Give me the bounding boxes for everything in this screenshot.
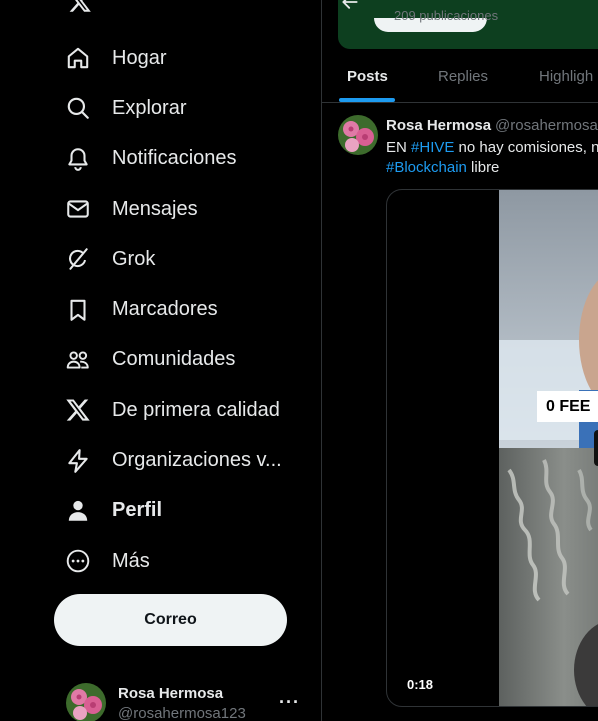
nav-item-more[interactable]: Más xyxy=(55,536,315,586)
nav-item-notifications[interactable]: Notificaciones xyxy=(55,134,315,184)
nav-item-bookmarks[interactable]: Marcadores xyxy=(55,284,315,334)
nav-label: Perfil xyxy=(112,499,163,522)
nav-label: Más xyxy=(112,549,150,572)
account-info: Rosa Hermosa @rosahermosa123 xyxy=(118,685,246,721)
people-icon xyxy=(65,347,91,373)
tab-label: Highligh xyxy=(539,67,594,85)
more-circle-icon xyxy=(65,548,91,574)
post-button[interactable]: Correo xyxy=(54,594,287,646)
home-icon xyxy=(65,45,91,71)
tab-label: Replies xyxy=(438,67,489,85)
envelope-icon xyxy=(65,196,91,222)
person-icon xyxy=(65,498,91,524)
tab-posts[interactable]: Posts xyxy=(347,50,388,102)
tweet-text-suffix: libre xyxy=(466,159,500,176)
nav-item-communities[interactable]: Comunidades xyxy=(55,335,315,385)
tweet-text: EN #HIVE no hay comisiones, n #Blockchai… xyxy=(386,138,598,178)
nav-label: Organizaciones v... xyxy=(112,449,282,472)
active-tab-indicator xyxy=(339,98,395,102)
account-switcher[interactable]: Rosa Hermosa @rosahermosa123 ··· xyxy=(56,676,316,721)
search-icon xyxy=(65,95,91,121)
post-count: 209 publicaciones xyxy=(394,8,499,23)
nav-item-grok[interactable]: Grok xyxy=(55,234,315,284)
video-duration: 0:18 xyxy=(407,677,434,692)
nav-label: Notificaciones xyxy=(112,147,237,170)
tweet[interactable]: Rosa Hermosa @rosahermosa EN #HIVE no hay… xyxy=(322,104,598,721)
bell-icon xyxy=(65,146,91,172)
nav-label: Grok xyxy=(112,247,156,270)
account-name: Rosa Hermosa xyxy=(118,685,224,702)
nav-item-explore[interactable]: Explorar xyxy=(55,83,315,133)
nav-item-profile[interactable]: Perfil xyxy=(55,486,315,536)
avatar xyxy=(66,683,106,721)
tab-label: Posts xyxy=(347,67,388,85)
x-logo-icon xyxy=(65,397,91,423)
tweet-text-middle: no hay comisiones, n xyxy=(454,139,598,156)
nav-item-home[interactable]: Hogar xyxy=(55,33,315,83)
account-handle: @rosahermosa123 xyxy=(118,705,246,721)
nav-label: Mensajes xyxy=(112,197,198,220)
video-player[interactable]: 0 FEE 0:18 xyxy=(386,189,598,707)
hashtag-link[interactable]: #Blockchain xyxy=(386,159,467,176)
lightning-icon xyxy=(65,448,91,474)
nav-label: Marcadores xyxy=(112,298,218,321)
nav-item-premium[interactable]: De primera calidad xyxy=(55,385,315,435)
x-logo-icon[interactable] xyxy=(66,0,94,14)
profile-column: 209 publicaciones Posts Replies Highligh… xyxy=(322,0,598,721)
avatar[interactable] xyxy=(338,115,378,155)
tweet-author-name[interactable]: Rosa Hermosa xyxy=(386,117,491,134)
back-arrow-icon[interactable] xyxy=(340,0,360,12)
nav-label: Explorar xyxy=(112,96,187,119)
video-caption: 0 FEE xyxy=(537,391,598,422)
tab-replies[interactable]: Replies xyxy=(438,50,488,102)
tweet-text-prefix: EN xyxy=(386,139,412,156)
tweet-header: Rosa Hermosa @rosahermosa xyxy=(386,117,598,134)
nav-item-organizations[interactable]: Organizaciones v... xyxy=(55,435,315,485)
tweet-author-handle[interactable]: @rosahermosa xyxy=(495,117,598,134)
nav-item-messages[interactable]: Mensajes xyxy=(55,184,315,234)
nav-label: De primera calidad xyxy=(112,398,280,421)
profile-tabs: Posts Replies Highligh xyxy=(322,50,598,103)
nav-label: Comunidades xyxy=(112,348,236,371)
video-thumbnail xyxy=(499,190,598,706)
more-icon[interactable]: ··· xyxy=(279,692,300,713)
sidebar: Hogar Explorar Notificaciones Mensajes G… xyxy=(0,0,321,721)
bookmark-icon xyxy=(65,297,91,323)
grok-icon xyxy=(65,246,91,272)
tab-highlights[interactable]: Highligh xyxy=(539,50,593,102)
hashtag-link[interactable]: #HIVE xyxy=(411,139,454,156)
nav-label: Hogar xyxy=(112,46,167,69)
primary-nav: Hogar Explorar Notificaciones Mensajes G… xyxy=(55,33,315,586)
